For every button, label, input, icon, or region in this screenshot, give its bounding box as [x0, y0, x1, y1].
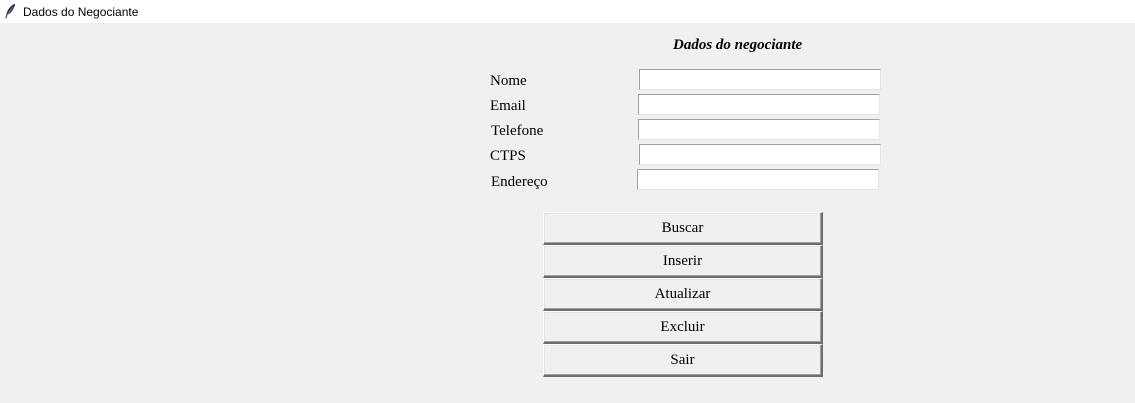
endereco-input[interactable] — [637, 169, 879, 190]
feather-icon — [4, 3, 16, 19]
buscar-button[interactable]: Buscar — [543, 212, 823, 245]
nome-input[interactable] — [639, 69, 881, 90]
email-label: Email — [490, 98, 526, 114]
ctps-input[interactable] — [639, 144, 881, 165]
ctps-label: CTPS — [490, 148, 526, 164]
endereco-label: Endereço — [491, 174, 548, 190]
form-area: Dados do negociante Nome Email Telefone … — [0, 23, 1135, 403]
form-heading: Dados do negociante — [673, 37, 803, 53]
telefone-label: Telefone — [491, 123, 544, 139]
telefone-input[interactable] — [638, 119, 880, 140]
nome-label: Nome — [490, 73, 527, 89]
inserir-button[interactable]: Inserir — [543, 245, 823, 278]
sair-button[interactable]: Sair — [543, 344, 823, 377]
email-input[interactable] — [638, 94, 880, 115]
excluir-button[interactable]: Excluir — [543, 311, 823, 344]
window-titlebar: Dados do Negociante — [0, 0, 1135, 23]
window-title: Dados do Negociante — [23, 5, 139, 19]
atualizar-button[interactable]: Atualizar — [543, 278, 823, 311]
